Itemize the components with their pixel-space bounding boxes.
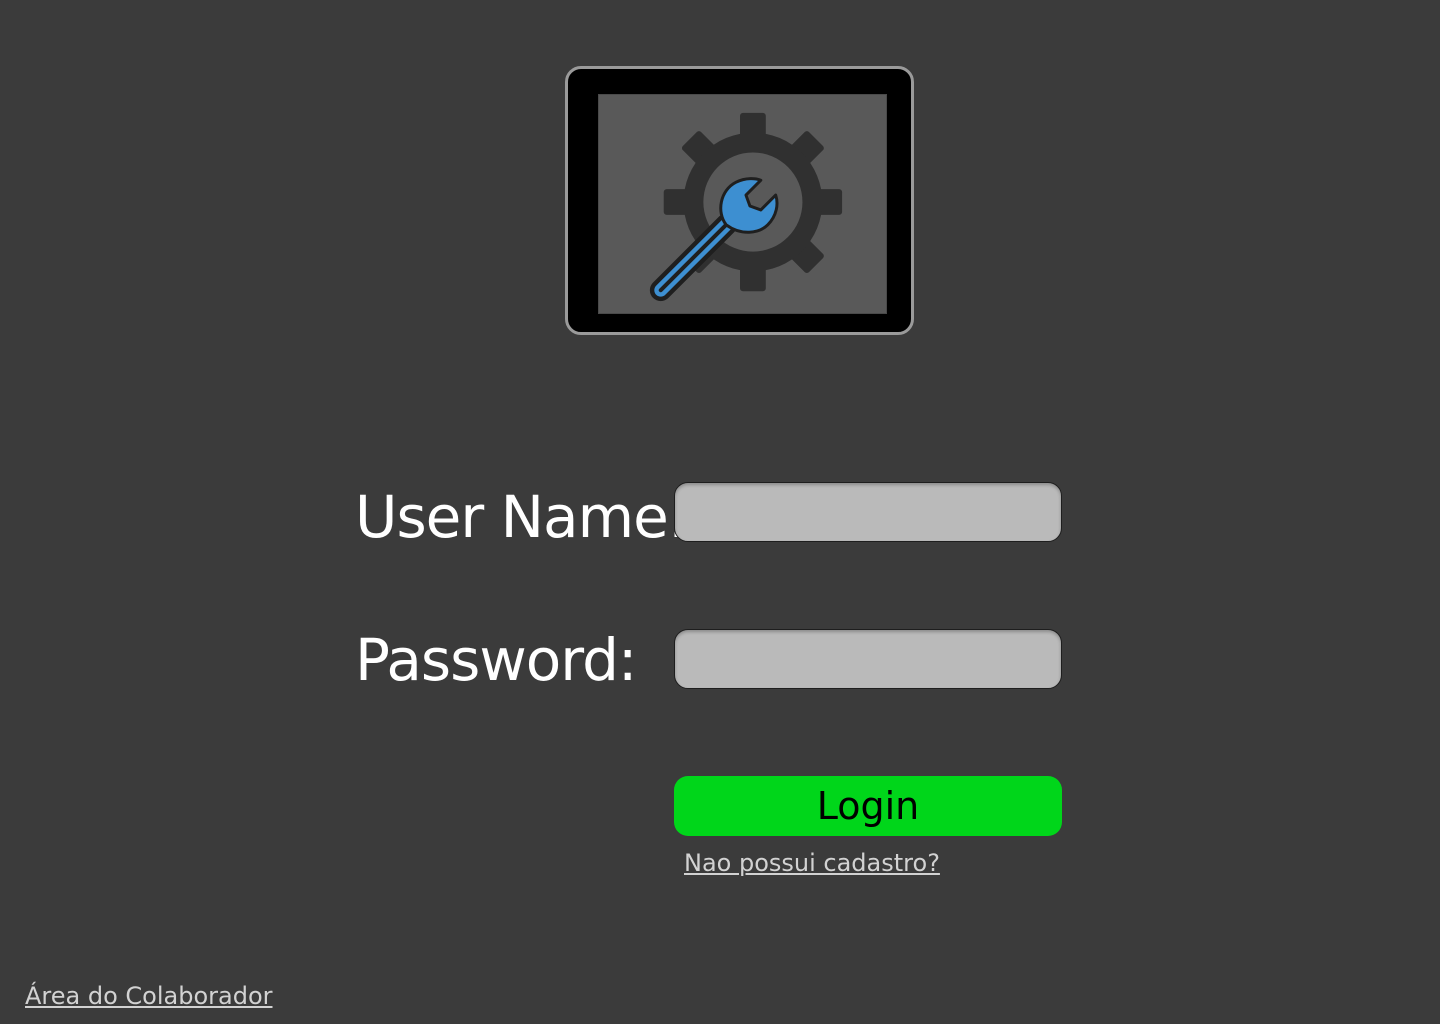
username-field[interactable] (674, 482, 1062, 542)
app-logo (565, 66, 914, 335)
gear-wrench-icon (649, 112, 843, 302)
register-link[interactable]: Nao possui cadastro? (684, 849, 940, 877)
login-button[interactable]: Login (674, 776, 1062, 836)
password-field[interactable] (674, 629, 1062, 689)
collaborator-area-link[interactable]: Área do Colaborador (25, 982, 273, 1010)
password-label: Password: (355, 626, 637, 694)
username-label: User Name: (355, 483, 687, 551)
logo-screen (598, 94, 887, 314)
